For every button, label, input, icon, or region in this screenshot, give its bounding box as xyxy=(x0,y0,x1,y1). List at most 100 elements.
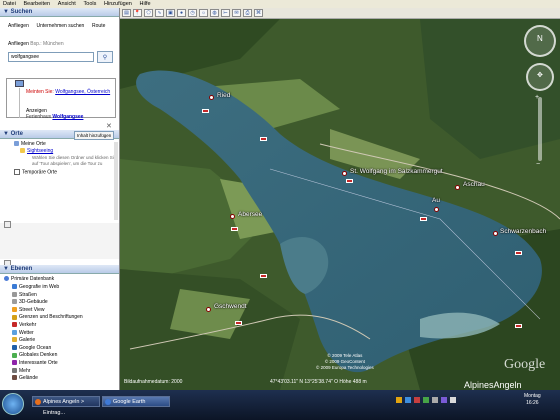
layer-item[interactable]: 3D-Gebäude xyxy=(12,299,48,305)
menu-tools[interactable]: Tools xyxy=(81,0,100,8)
path-icon[interactable]: ∿ xyxy=(155,9,164,17)
road-sign-icon[interactable] xyxy=(260,274,267,278)
email-icon[interactable]: ✉ xyxy=(232,9,241,17)
volume-icon[interactable] xyxy=(450,397,456,403)
road-sign-icon[interactable] xyxy=(420,217,427,221)
layer-item[interactable]: Google Ocean xyxy=(12,345,51,351)
sidebar-toggle-icon[interactable]: ▤ xyxy=(122,9,131,17)
tree-item-meine-orte[interactable]: Meine Orte xyxy=(14,141,46,147)
layer-item[interactable]: Grenzen und Beschriftungen xyxy=(12,314,83,320)
layer-item[interactable]: Galerie xyxy=(12,337,35,343)
layer-item[interactable]: Wetter xyxy=(12,330,34,336)
places-scrollbar[interactable] xyxy=(114,142,118,220)
place-label-st-wolfgang[interactable]: St. Wolfgang im Salzkammergut xyxy=(350,168,443,175)
meine-orte-label: Meine Orte xyxy=(21,141,46,147)
overlay-icon[interactable]: ▣ xyxy=(166,9,175,17)
layers-panel-header[interactable]: ▼ Ebenen xyxy=(0,265,119,274)
road-sign-icon[interactable] xyxy=(202,109,209,113)
tray-icon[interactable] xyxy=(396,397,402,403)
ruler-icon[interactable]: ⊢ xyxy=(221,9,230,17)
tray-icon[interactable] xyxy=(414,397,420,403)
close-search-icon[interactable]: ✕ xyxy=(106,122,112,130)
taskbar-item-browser[interactable]: Alpines Angeln > Eintrag... xyxy=(32,396,100,416)
search-prompt: Anfliegen Bsp.: München xyxy=(8,41,64,47)
menu-hinzufuegen[interactable]: Hinzufügen xyxy=(101,0,135,8)
menu-ansicht[interactable]: Ansicht xyxy=(55,0,79,8)
placemark-icon[interactable]: 📍 xyxy=(133,9,142,17)
road-sign-icon[interactable] xyxy=(515,324,522,328)
temporaere-label: Temporäre Orte xyxy=(22,169,58,176)
layer-item[interactable]: Street View xyxy=(12,307,44,313)
search-panel-header[interactable]: ▼ Suchen xyxy=(0,8,119,17)
tree-item-temporaere-orte[interactable]: Temporäre Orte xyxy=(14,169,57,175)
road-sign-icon[interactable] xyxy=(231,227,238,231)
record-tour-icon[interactable]: ● xyxy=(177,9,186,17)
place-pin-ried[interactable] xyxy=(209,95,214,100)
layer-icon xyxy=(12,329,17,335)
menu-datei[interactable]: Datei xyxy=(0,0,19,8)
place-label-aschau[interactable]: Aschau xyxy=(463,181,485,188)
road-sign-icon[interactable] xyxy=(515,251,522,255)
polygon-icon[interactable]: ⬠ xyxy=(144,9,153,17)
layer-icon xyxy=(12,375,17,381)
place-label-abersee[interactable]: Abersee xyxy=(238,211,262,218)
place-pin-st-wolfgang[interactable] xyxy=(342,171,347,176)
place-pin-aschau[interactable] xyxy=(455,185,460,190)
zoom-out-icon[interactable]: − xyxy=(536,161,540,168)
search-header-label: Suchen xyxy=(10,9,33,15)
menu-bearbeiten[interactable]: Bearbeiten xyxy=(21,0,54,8)
layer-item[interactable]: Straßen xyxy=(12,292,37,298)
zoom-slider[interactable] xyxy=(538,97,542,161)
clock[interactable]: Montag 16:26 xyxy=(524,393,541,407)
layer-primary-db[interactable]: Primäre Datenbank xyxy=(4,276,54,282)
layer-item[interactable]: Interessante Orte xyxy=(12,360,58,366)
menu-hilfe[interactable]: Hilfe xyxy=(137,0,154,8)
history-icon[interactable]: ◷ xyxy=(188,9,197,17)
tray-icon[interactable] xyxy=(432,397,438,403)
map-view[interactable]: Ried Abersee Gschwendt St. Wolfgang im S… xyxy=(120,19,560,390)
road-sign-icon[interactable] xyxy=(260,137,267,141)
road-sign-icon[interactable] xyxy=(235,321,242,325)
tree-item-sightseeing[interactable]: Sightseeing xyxy=(20,148,53,154)
road-sign-icon[interactable] xyxy=(346,179,353,183)
place-label-au[interactable]: Au xyxy=(432,197,440,204)
hand-icon[interactable]: ✥ xyxy=(537,71,543,79)
taskbar-item-google-earth[interactable]: Google Earth xyxy=(102,396,170,407)
folder-icon xyxy=(15,80,24,87)
start-button-icon[interactable] xyxy=(2,393,24,415)
tray-icon[interactable] xyxy=(405,397,411,403)
place-label-ried[interactable]: Ried xyxy=(217,92,230,99)
planet-icon[interactable]: ◍ xyxy=(210,9,219,17)
search-input[interactable]: wolfgangsee xyxy=(8,52,94,62)
place-label-gschwendt[interactable]: Gschwendt xyxy=(214,303,247,310)
tab-unternehmen[interactable]: Unternehmen suchen xyxy=(37,23,85,29)
search-button[interactable]: ⚲ xyxy=(97,51,113,63)
layer-label: Google Ocean xyxy=(19,344,52,351)
layer-item[interactable]: Verkehr xyxy=(12,322,36,328)
place-pin-gschwendt[interactable] xyxy=(206,307,211,312)
temporaere-checkbox[interactable] xyxy=(14,169,20,175)
tab-route[interactable]: Route xyxy=(92,23,105,29)
layer-item[interactable]: Geografie im Web xyxy=(12,284,59,290)
north-icon[interactable]: N xyxy=(537,34,543,43)
layer-item[interactable]: Gelände xyxy=(12,375,38,381)
view-in-maps-icon[interactable]: ⌘ xyxy=(254,9,263,17)
layer-item[interactable]: Mehr xyxy=(12,368,30,374)
did-you-mean-link[interactable]: Wolfgangsee, Österreich xyxy=(55,89,110,95)
tray-icon[interactable] xyxy=(441,397,447,403)
place-pin-abersee[interactable] xyxy=(230,214,235,219)
add-content-button[interactable]: Inhalt hinzufügen xyxy=(74,131,115,140)
result-link[interactable]: Wolfgangsee xyxy=(52,114,83,120)
clock-time: Montag xyxy=(524,393,541,399)
print-icon[interactable]: ⎙ xyxy=(243,9,252,17)
sun-icon[interactable]: ☼ xyxy=(199,9,208,17)
sightseeing-hint-1: Wählen Sie diesen Ordner und klicken Sie xyxy=(32,155,117,160)
tab-anfliegen[interactable]: Anfliegen xyxy=(8,23,29,29)
place-pin-schwarzenbach[interactable] xyxy=(493,231,498,236)
places-zoom-icon[interactable] xyxy=(4,221,11,228)
layer-item[interactable]: Globales Denken xyxy=(12,352,57,358)
tray-icon[interactable] xyxy=(423,397,429,403)
place-label-schwarzenbach[interactable]: Schwarzenbach xyxy=(500,228,546,235)
zoom-in-icon[interactable]: + xyxy=(535,94,539,101)
place-pin-au[interactable] xyxy=(434,207,439,212)
